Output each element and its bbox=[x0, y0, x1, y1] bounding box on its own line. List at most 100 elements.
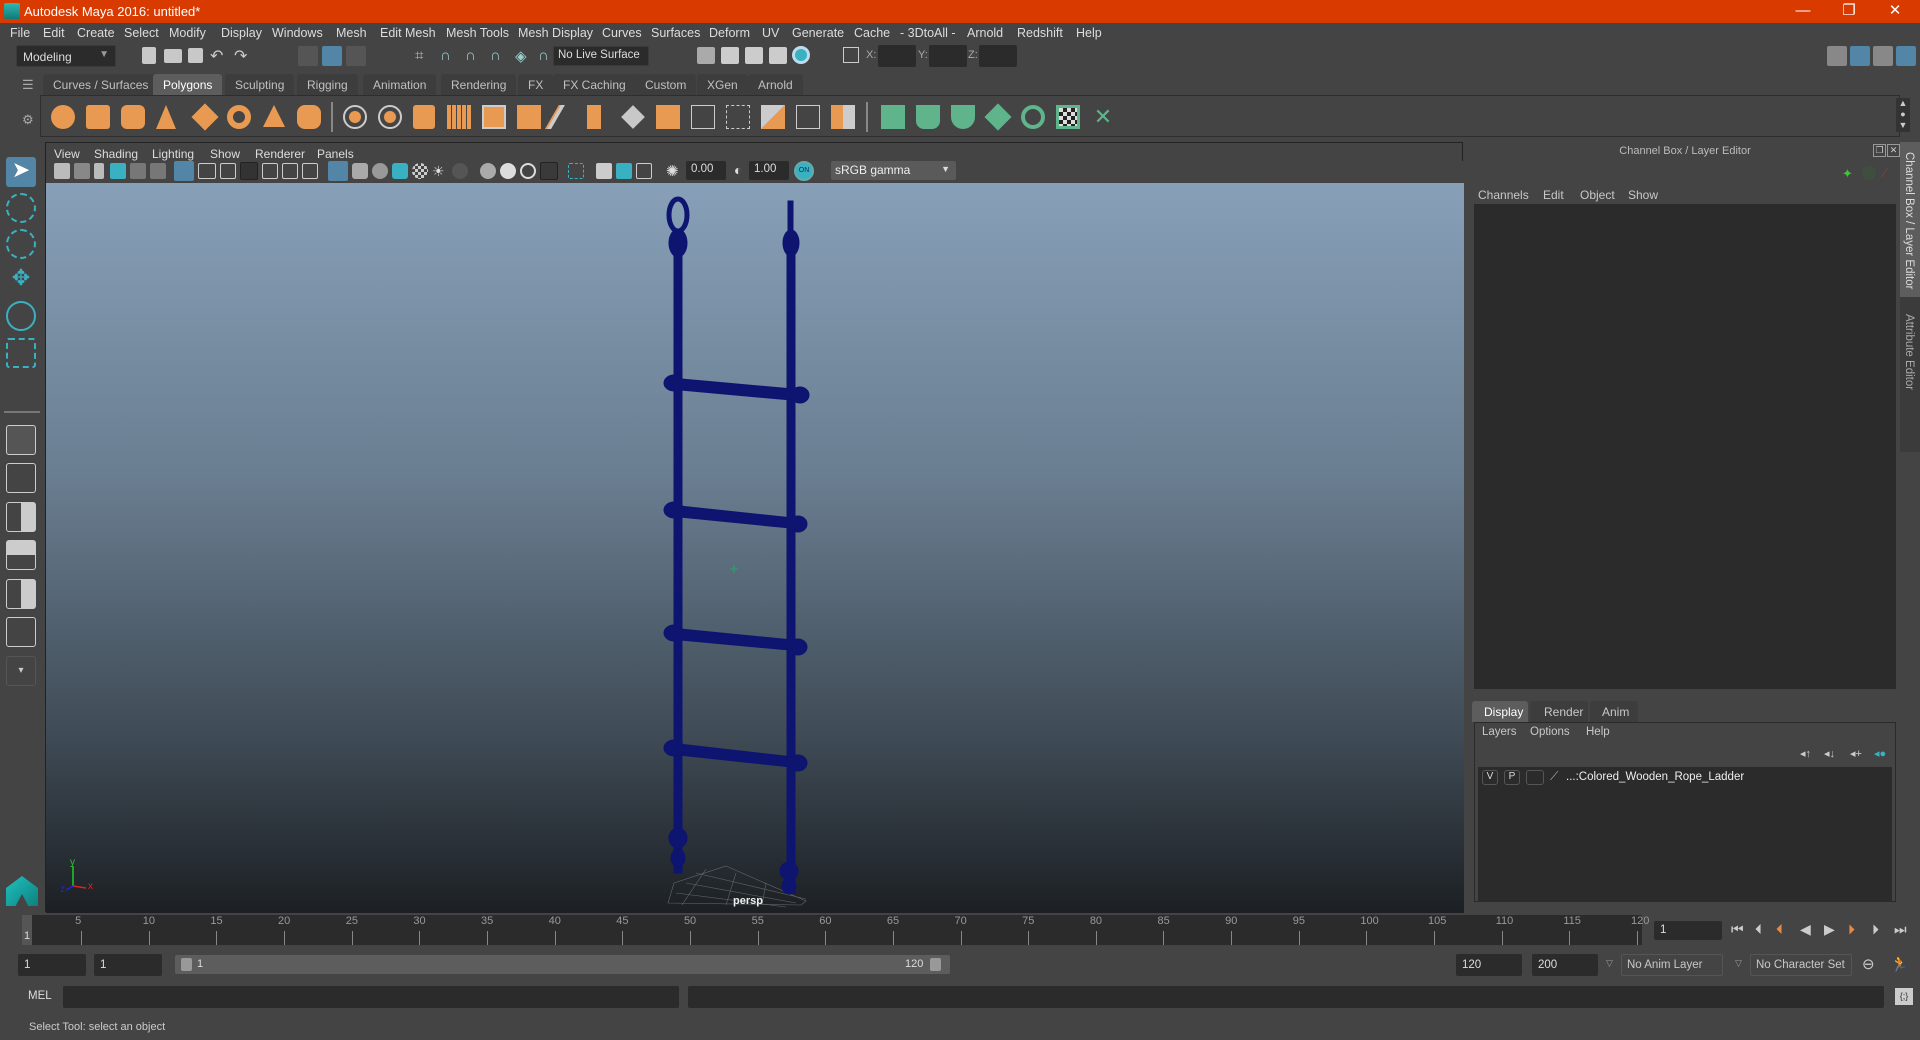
step-back-key-icon[interactable]: ⏴ bbox=[1776, 921, 1783, 938]
select-by-component-icon[interactable] bbox=[346, 46, 366, 66]
tab-animation[interactable]: Animation bbox=[363, 74, 437, 95]
transform-input-icon[interactable] bbox=[843, 47, 859, 63]
2d-pan-zoom-icon[interactable] bbox=[130, 163, 146, 179]
hypershade-icon[interactable] bbox=[792, 46, 810, 64]
close-button[interactable]: ✕ bbox=[1872, 0, 1918, 23]
save-scene-icon[interactable] bbox=[188, 48, 203, 63]
step-forward-frame-icon[interactable]: ⏵ bbox=[1872, 921, 1879, 938]
color-space-dropdown[interactable]: sRGB gamma ▼ bbox=[831, 161, 956, 180]
playback-start-field[interactable]: 1 bbox=[94, 954, 162, 976]
extrude-icon[interactable] bbox=[587, 105, 601, 129]
layer-display-type-toggle[interactable] bbox=[1526, 770, 1544, 785]
menu-arnold[interactable]: Arnold bbox=[967, 26, 1003, 40]
target-weld-icon[interactable] bbox=[761, 105, 785, 129]
menu-display[interactable]: Display bbox=[221, 26, 262, 40]
poly-cylinder-icon[interactable] bbox=[121, 105, 145, 129]
persp-graph-layout-icon[interactable] bbox=[6, 540, 36, 570]
perspective-viewport[interactable]: y x z persp bbox=[46, 183, 1464, 913]
tool-settings-icon[interactable] bbox=[1873, 46, 1893, 66]
layer-tab-display[interactable]: Display bbox=[1472, 701, 1528, 722]
step-forward-key-icon[interactable]: ⏵ bbox=[1848, 921, 1855, 938]
layer-tab-render[interactable]: Render bbox=[1530, 701, 1588, 722]
planar-uv-icon[interactable] bbox=[881, 105, 905, 129]
current-frame-field[interactable]: 1 bbox=[1654, 921, 1722, 940]
menu-redshift[interactable]: Redshift bbox=[1017, 26, 1063, 40]
resolution-gate-icon[interactable] bbox=[220, 163, 236, 179]
paint-select-tool-icon[interactable] bbox=[6, 229, 36, 259]
layer-menu-help[interactable]: Help bbox=[1586, 726, 1610, 738]
exposure-field[interactable]: 0.00 bbox=[686, 161, 726, 180]
menu-select[interactable]: Select bbox=[124, 26, 159, 40]
cb-menu-channels[interactable]: Channels bbox=[1478, 188, 1529, 202]
four-view-layout-icon[interactable] bbox=[6, 463, 36, 493]
menu-mesh-display[interactable]: Mesh Display bbox=[518, 26, 593, 40]
menu-file[interactable]: File bbox=[10, 26, 30, 40]
chevron-down-icon[interactable]: ▽ bbox=[1735, 958, 1742, 969]
vp-menu-view[interactable]: View bbox=[54, 147, 80, 161]
menu-edit[interactable]: Edit bbox=[43, 26, 65, 40]
lasso-tool-icon[interactable] bbox=[6, 193, 36, 223]
play-forwards-icon[interactable]: ▶ bbox=[1824, 921, 1835, 938]
smooth-icon[interactable] bbox=[447, 105, 471, 129]
animation-start-field[interactable]: 1 bbox=[18, 954, 86, 976]
layer-visibility-toggle[interactable]: V bbox=[1482, 770, 1498, 785]
color-management-toggle-icon[interactable]: ON bbox=[794, 161, 814, 181]
shadows-icon[interactable] bbox=[452, 163, 468, 179]
menu-create[interactable]: Create bbox=[77, 26, 115, 40]
move-tool-icon[interactable]: ✥ bbox=[6, 265, 36, 295]
command-input[interactable] bbox=[63, 986, 679, 1008]
bevel-icon[interactable] bbox=[517, 105, 541, 129]
shelf-menu-icon[interactable]: ☰ bbox=[22, 77, 34, 93]
merge-icon[interactable] bbox=[656, 105, 680, 129]
film-gate-icon[interactable] bbox=[198, 163, 216, 179]
cb-menu-object[interactable]: Object bbox=[1580, 188, 1615, 202]
layer-menu-options[interactable]: Options bbox=[1530, 726, 1570, 738]
xray-active-components-icon[interactable] bbox=[616, 163, 632, 179]
menu-3dtoall[interactable]: - 3DtoAll - bbox=[900, 26, 956, 40]
menu-curves[interactable]: Curves bbox=[602, 26, 642, 40]
modeling-toolkit-icon[interactable] bbox=[1827, 46, 1847, 66]
persp-outliner-layout-icon[interactable] bbox=[6, 502, 36, 532]
tab-arnold[interactable]: Arnold bbox=[748, 74, 803, 95]
insert-edge-loop-icon[interactable] bbox=[691, 105, 715, 129]
new-scene-icon[interactable] bbox=[142, 47, 156, 64]
snap-surface-icon[interactable]: ∩ bbox=[538, 47, 549, 64]
grid-toggle-icon[interactable] bbox=[174, 161, 194, 181]
render-view-icon[interactable] bbox=[697, 47, 715, 64]
menu-edit-mesh[interactable]: Edit Mesh bbox=[380, 26, 436, 40]
z-field[interactable] bbox=[979, 45, 1017, 67]
tab-fx[interactable]: FX bbox=[518, 74, 554, 95]
tab-polygons[interactable]: Polygons bbox=[153, 74, 223, 95]
offset-edge-loop-icon[interactable] bbox=[726, 105, 750, 129]
tab-rigging[interactable]: Rigging bbox=[297, 74, 358, 95]
redo-icon[interactable]: ↷ bbox=[234, 46, 247, 66]
textured-icon[interactable] bbox=[412, 163, 428, 179]
xray-joints-icon[interactable] bbox=[636, 163, 652, 179]
new-empty-layer-icon[interactable]: ◂+ bbox=[1850, 747, 1862, 760]
layer-tab-anim[interactable]: Anim bbox=[1590, 701, 1638, 722]
time-slider[interactable]: 1 5 10 15 20 25 30 35 40 45 50 55 60 65 70 75 80 85 90 95 1… bbox=[22, 915, 1649, 945]
command-language-toggle[interactable]: MEL bbox=[28, 990, 52, 1002]
hypershade-persp-layout-icon[interactable] bbox=[6, 579, 36, 609]
display-toggle-icon[interactable] bbox=[1862, 166, 1876, 180]
render-current-frame-icon[interactable] bbox=[721, 47, 739, 64]
use-all-lights-icon[interactable]: ☀ bbox=[432, 163, 448, 179]
single-perspective-layout-icon[interactable] bbox=[6, 425, 36, 455]
go-to-end-icon[interactable]: ⏭ bbox=[1894, 921, 1907, 938]
automatic-uv-icon[interactable] bbox=[984, 103, 1012, 131]
field-chart-icon[interactable] bbox=[262, 163, 278, 179]
bookmark-icon[interactable] bbox=[94, 163, 104, 179]
range-end-handle[interactable] bbox=[930, 958, 941, 971]
tab-sculpting[interactable]: Sculpting bbox=[225, 74, 295, 95]
tab-xgen[interactable]: XGen bbox=[697, 74, 748, 95]
default-material-icon[interactable] bbox=[372, 163, 388, 179]
poly-cone-icon[interactable] bbox=[156, 105, 176, 129]
snap-view-plane-icon[interactable]: ∩ bbox=[490, 47, 501, 64]
grease-pencil-icon[interactable] bbox=[150, 163, 166, 179]
manipulator-axes-icon[interactable]: ✦ bbox=[1842, 166, 1853, 182]
anti-aliasing-icon[interactable] bbox=[520, 163, 536, 179]
snap-point-icon[interactable]: ∩ bbox=[465, 47, 476, 64]
camera-attributes-icon[interactable] bbox=[74, 163, 90, 179]
chevron-down-icon[interactable]: ▽ bbox=[1606, 958, 1613, 969]
vp-menu-lighting[interactable]: Lighting bbox=[152, 147, 194, 161]
